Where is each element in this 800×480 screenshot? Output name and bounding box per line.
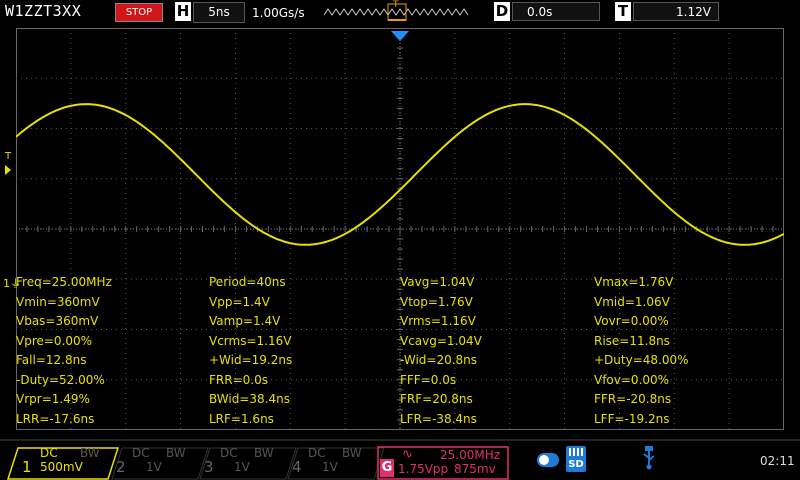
horizontal-key[interactable]: H bbox=[175, 2, 191, 21]
trigger-level-label: T bbox=[5, 151, 12, 162]
channel-3-number: 3 bbox=[204, 458, 214, 476]
channel-2-coupling: DC bbox=[132, 446, 150, 460]
measurement-3-2: Vcavg=1.04V bbox=[400, 333, 482, 348]
measurement-1-0: Vmin=360mV bbox=[16, 294, 100, 309]
channel-2-bw: BW bbox=[166, 446, 186, 460]
channel-3-bw: BW bbox=[254, 446, 274, 460]
measurement-0-2: Vavg=1.04V bbox=[400, 275, 475, 289]
channel-1-bw: BW bbox=[80, 446, 100, 460]
measurement-4-3: +Duty=48.00% bbox=[594, 353, 689, 367]
delay-key[interactable]: D bbox=[494, 2, 510, 21]
top-status-bar: W1ZZT3XX STOP H 5ns 1.00Gs/s T D 0.0s T … bbox=[0, 0, 800, 24]
sample-rate: 1.00Gs/s bbox=[252, 6, 305, 20]
measurement-3-0: Vpre=0.00% bbox=[16, 333, 93, 348]
clock: 02:11 bbox=[760, 454, 795, 468]
measurement-6-2: FRF=20.8ns bbox=[400, 392, 473, 406]
run-stop-status[interactable]: STOP bbox=[115, 3, 163, 22]
measurement-4-0: Fall=12.8ns bbox=[16, 353, 87, 367]
channel-1-ground-marker[interactable]: 1⏚ bbox=[3, 275, 21, 291]
trigger-level-marker[interactable]: T bbox=[5, 152, 11, 175]
channel-4-number: 4 bbox=[292, 458, 302, 476]
measurement-3-1: Vcrms=1.16V bbox=[209, 333, 292, 348]
channel-4-scale: 1V bbox=[322, 460, 338, 474]
trigger-key[interactable]: T bbox=[615, 2, 631, 21]
sd-card-icon[interactable]: SD bbox=[566, 446, 586, 472]
measurement-7-3: LFF=-19.2ns bbox=[594, 411, 670, 426]
waveform-display[interactable]: Freq=25.00MHz Period=40ns Vavg=1.04V Vmax=1… bbox=[16, 28, 784, 430]
measurement-3-3: Rise=11.8ns bbox=[594, 333, 670, 348]
channel-4-bw: BW bbox=[342, 446, 362, 460]
measurement-2-1: Vamp=1.4V bbox=[209, 314, 281, 328]
generator-frequency: 25.00MHz bbox=[440, 448, 501, 462]
generator-key: G bbox=[380, 459, 394, 477]
measurement-0-1: Period=40ns bbox=[209, 275, 286, 289]
measurement-4-2: -Wid=20.8ns bbox=[400, 353, 478, 367]
measurement-5-3: Vfov=0.00% bbox=[594, 372, 670, 387]
measurement-2-2: Vrms=1.16V bbox=[400, 314, 476, 328]
trigger-arrow-icon bbox=[5, 165, 11, 175]
measurement-5-0: -Duty=52.00% bbox=[16, 372, 105, 387]
ground-icon: ⏚ bbox=[10, 277, 21, 290]
measurement-0-0: Freq=25.00MHz bbox=[16, 275, 112, 289]
measurement-1-3: Vmid=1.06V bbox=[594, 294, 670, 309]
channel-4-coupling: DC bbox=[308, 446, 326, 460]
trigger-level-value[interactable]: 1.12V bbox=[633, 2, 719, 21]
measurement-4-1: +Wid=19.2ns bbox=[209, 353, 293, 367]
channel-1-scale: 500mV bbox=[40, 460, 83, 474]
channel-3-coupling: DC bbox=[220, 446, 238, 460]
channel-2-scale: 1V bbox=[146, 460, 162, 474]
channel-2-number: 2 bbox=[116, 458, 126, 476]
timebase-value[interactable]: 5ns bbox=[193, 2, 245, 23]
graticule-grid bbox=[16, 28, 784, 430]
toggle-knob-icon bbox=[539, 455, 549, 465]
bluetooth-toggle-icon[interactable] bbox=[537, 453, 559, 467]
measurement-6-0: Vrpr=1.49% bbox=[16, 392, 90, 406]
generator-tab[interactable]: G ∿ 25.00MHz 1.75Vpp 875mv bbox=[378, 447, 508, 479]
measurement-5-1: FRR=0.0s bbox=[209, 372, 268, 387]
channel-1-marker-label: 1 bbox=[3, 277, 10, 290]
channel-1-coupling: DC bbox=[40, 446, 58, 460]
measurement-1-1: Vpp=1.4V bbox=[209, 294, 270, 309]
trigger-strip-marker: T bbox=[393, 0, 399, 10]
generator-offset: 875mv bbox=[454, 462, 496, 476]
measurement-1-2: Vtop=1.76V bbox=[400, 294, 473, 309]
measurement-5-2: FFF=0.0s bbox=[400, 372, 457, 387]
trigger-position-marker bbox=[391, 31, 409, 41]
channel-3-scale: 1V bbox=[234, 460, 250, 474]
measurement-7-1: LRF=1.6ns bbox=[209, 411, 274, 426]
channel-1-number: 1 bbox=[22, 458, 32, 476]
measurement-2-3: Vovr=0.00% bbox=[594, 314, 669, 328]
usb-icon[interactable] bbox=[642, 446, 656, 470]
measurement-7-0: LRR=-17.6ns bbox=[16, 411, 95, 426]
measurement-7-2: LFR=-38.4ns bbox=[400, 411, 477, 426]
delay-value[interactable]: 0.0s bbox=[512, 2, 600, 21]
generator-amplitude: 1.75Vpp bbox=[398, 462, 449, 476]
sine-wave-icon: ∿ bbox=[402, 447, 413, 462]
measurement-0-3: Vmax=1.76V bbox=[594, 275, 674, 289]
measurement-2-0: Vbas=360mV bbox=[16, 314, 99, 328]
graticule-and-trace bbox=[16, 28, 784, 430]
measurement-6-1: BWid=38.4ns bbox=[209, 392, 290, 406]
measurement-6-3: FFR=-20.8ns bbox=[594, 392, 672, 406]
model-name: W1ZZT3XX bbox=[5, 2, 82, 20]
trigger-position-strip[interactable]: T bbox=[322, 0, 472, 21]
